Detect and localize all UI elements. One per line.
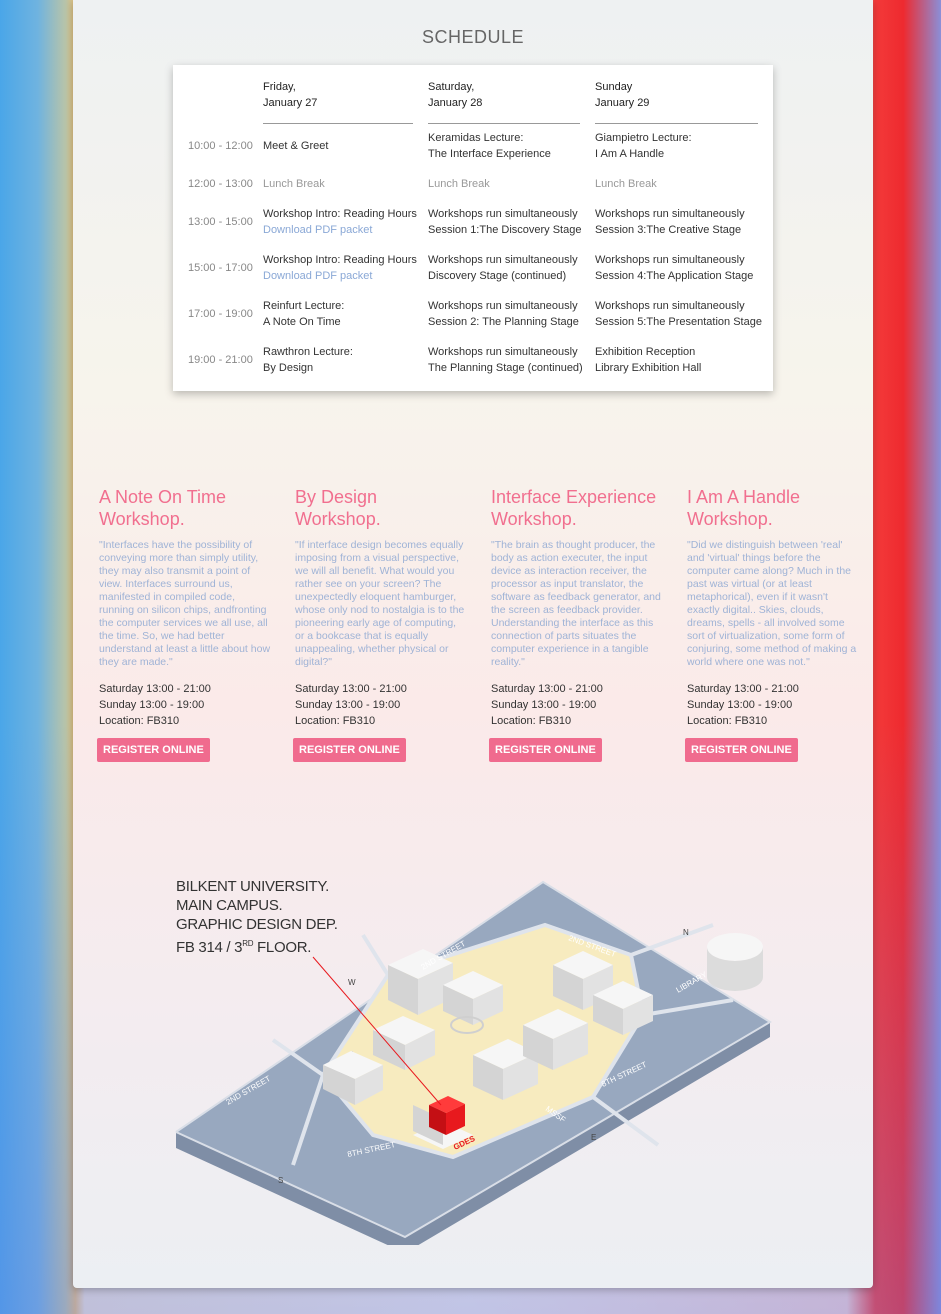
schedule-cell: Workshops run simultaneously Session 4:Th… [595,254,754,282]
schedule-cell: Workshops run simultaneously The Planning… [428,346,583,374]
download-pdf-link[interactable]: Download PDF packet [263,222,417,238]
schedule-cell: Reinfurt Lecture: A Note On Time [263,300,345,328]
time-slot: 19:00 - 21:00 [188,354,253,366]
day-date: January 28 [428,97,483,109]
schedule-cell: Workshops run simultaneously Discovery St… [428,254,578,282]
schedule-cell: Workshop Intro: Reading Hours Download PD… [263,254,417,284]
content-panel: SCHEDULE Friday, January 27 Saturday, Ja… [73,0,873,1288]
compass-north: N [683,928,689,937]
time-slot: 17:00 - 19:00 [188,308,253,320]
schedule-cell: Workshops run simultaneously Session 2: T… [428,300,579,328]
workshop-info: Saturday 13:00 - 21:00 Sunday 13:00 - 19:… [295,683,407,727]
compass-south: S [278,1176,283,1185]
day-name: Saturday, [428,81,475,93]
register-button-interface-experience[interactable]: REGISTER ONLINE [489,738,602,762]
day-header-sunday: Sunday January 29 [595,79,758,124]
schedule-cell: Keramidas Lecture: The Interface Experien… [428,132,551,160]
workshop-title: A Note On Time Workshop. [99,487,227,529]
schedule-title: SCHEDULE [421,27,525,47]
time-slot: 12:00 - 13:00 [188,178,253,190]
workshop-card-i-am-a-handle: I Am A Handle Workshop. "Did we distingui… [687,486,859,729]
schedule-cell: Workshops run simultaneously Session 1:Th… [428,208,582,236]
day-header-saturday: Saturday, January 28 [428,79,580,124]
workshop-card-note-on-time: A Note On Time Workshop. "Interfaces have… [99,486,271,729]
workshop-info: Saturday 13:00 - 21:00 Sunday 13:00 - 19:… [491,683,603,727]
day-name: Friday, [263,81,296,93]
workshop-description: "Did we distinguish between 'real' and '… [687,539,857,668]
schedule-cell: Lunch Break [595,178,657,190]
workshop-title: By Design Workshop. [295,487,381,529]
schedule-cell: Lunch Break [428,178,490,190]
time-slot: 10:00 - 12:00 [188,140,253,152]
download-pdf-link[interactable]: Download PDF packet [263,268,417,284]
time-slot: 13:00 - 15:00 [188,216,253,228]
register-button-by-design[interactable]: REGISTER ONLINE [293,738,406,762]
schedule-cell: Lunch Break [263,178,325,190]
schedule-cell: Meet & Greet [263,140,329,152]
schedule-cell: Workshop Intro: Reading Hours Download PD… [263,208,417,238]
schedule-cell: Exhibition Reception Library Exhibition H… [595,346,702,374]
workshop-description: "Interfaces have the possibility of conv… [99,539,271,668]
schedule-cell: Workshops run simultaneously Session 3:Th… [595,208,745,236]
workshop-description: "The brain as thought producer, the body… [491,539,661,668]
register-button-note-on-time[interactable]: REGISTER ONLINE [97,738,210,762]
workshop-info: Saturday 13:00 - 21:00 Sunday 13:00 - 19:… [99,683,211,727]
workshop-title: Interface Experience Workshop. [491,487,657,529]
schedule-cell: Rawthron Lecture: By Design [263,346,353,374]
workshop-description: "If interface design becomes equally imp… [295,539,465,668]
register-button-i-am-a-handle[interactable]: REGISTER ONLINE [685,738,798,762]
schedule-table: Friday, January 27 Saturday, January 28 … [173,65,773,391]
workshop-title: I Am A Handle Workshop. [687,487,801,529]
workshop-info: Saturday 13:00 - 21:00 Sunday 13:00 - 19:… [687,683,799,727]
day-header-friday: Friday, January 27 [263,79,413,124]
schedule-cell: Giampietro Lecture: I Am A Handle [595,132,692,160]
campus-map: GDES 2ND STREET 2ND STREET 2ND STREET 8T… [175,880,772,1245]
day-date: January 29 [595,97,650,109]
workshop-card-by-design: By Design Workshop. "If interface design … [295,486,467,729]
day-name: Sunday [595,81,633,93]
schedule-cell: Workshops run simultaneously Session 5:Th… [595,300,762,328]
compass-east: E [591,1133,596,1142]
workshop-card-interface-experience: Interface Experience Workshop. "The brain… [491,486,663,729]
day-date: January 27 [263,97,318,109]
time-slot: 15:00 - 17:00 [188,262,253,274]
compass-west: W [348,978,356,987]
